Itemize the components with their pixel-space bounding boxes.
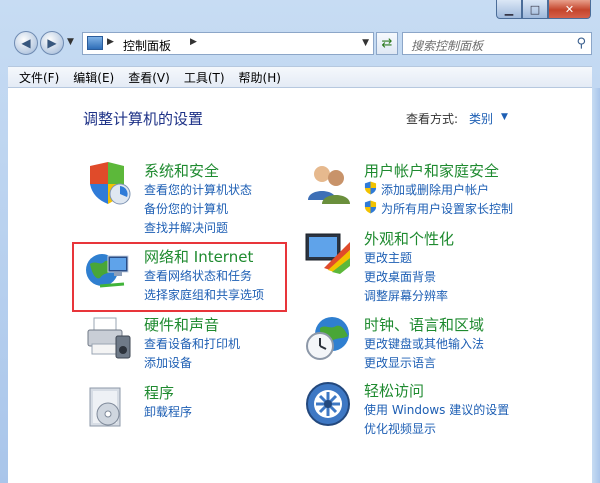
menu-file[interactable]: 文件(F) [12, 69, 66, 86]
navigation-bar: ◀ ▶ ▼ ▶ 控制面板 ▶ ▼ ⇄ 搜索控制面板 ⚲ [8, 30, 592, 60]
minimize-button[interactable]: ▁ [496, 0, 522, 19]
category-title[interactable]: 轻松访问 [364, 380, 424, 401]
breadcrumb-chevron-icon[interactable]: ▶ [107, 37, 114, 47]
search-input[interactable]: 搜索控制面板 [411, 37, 483, 54]
link-devices-printers[interactable]: 查看设备和打印机 [144, 335, 240, 352]
forward-button[interactable]: ▶ [40, 31, 64, 55]
link-backup-computer[interactable]: 备份您的计算机 [144, 200, 228, 217]
breadcrumb-control-panel[interactable]: 控制面板 [123, 37, 171, 54]
menu-tools[interactable]: 工具(T) [177, 69, 232, 86]
category-title[interactable]: 硬件和声音 [144, 314, 219, 335]
users-icon [308, 166, 350, 204]
uac-shield-icon [364, 181, 377, 195]
page-title: 调整计算机的设置 [83, 110, 204, 128]
recent-pages-dropdown[interactable]: ▼ [67, 37, 74, 47]
category-title[interactable]: 时钟、语言和区域 [364, 314, 484, 335]
link-optimize-display[interactable]: 优化视频显示 [364, 420, 436, 437]
chevron-down-icon[interactable]: ▼ [501, 112, 508, 122]
link-change-theme[interactable]: 更改主题 [364, 249, 412, 266]
programs-box-icon [89, 387, 121, 427]
link-screen-resolution[interactable]: 调整屏幕分辨率 [364, 287, 448, 304]
link-troubleshoot[interactable]: 查找并解决问题 [144, 219, 228, 236]
category-title[interactable]: 用户帐户和家庭安全 [364, 160, 499, 181]
arrow-left-icon: ◀ [21, 36, 31, 50]
menu-bar: 文件(F) 编辑(E) 查看(V) 工具(T) 帮助(H) [8, 66, 592, 88]
category-title[interactable]: 程序 [144, 382, 174, 403]
highlight-box [72, 242, 287, 312]
menu-view[interactable]: 查看(V) [121, 69, 177, 86]
arrow-right-icon: ▶ [47, 36, 57, 50]
link-change-input-method[interactable]: 更改键盘或其他输入法 [364, 335, 484, 352]
printer-icon [87, 317, 131, 359]
refresh-icon: ⇄ [381, 36, 393, 51]
clock-globe-icon [306, 317, 349, 360]
appearance-monitor-icon [305, 233, 350, 274]
maximize-button[interactable]: □ [522, 0, 548, 19]
link-change-display-language[interactable]: 更改显示语言 [364, 354, 436, 371]
close-button[interactable]: ✕ [548, 0, 591, 19]
menu-help[interactable]: 帮助(H) [232, 69, 288, 86]
link-change-background[interactable]: 更改桌面背景 [364, 268, 436, 285]
refresh-button[interactable]: ⇄ [376, 32, 398, 55]
caption-buttons: ▁ □ ✕ [496, 0, 591, 20]
uac-shield-icon [364, 200, 377, 214]
ease-of-access-icon [306, 382, 350, 426]
address-dropdown-icon[interactable]: ▼ [362, 38, 369, 48]
control-panel-icon [87, 36, 103, 50]
link-parental-controls[interactable]: 为所有用户设置家长控制 [381, 200, 513, 217]
search-box[interactable]: 搜索控制面板 ⚲ [402, 32, 592, 55]
category-title[interactable]: 外观和个性化 [364, 228, 454, 249]
link-view-computer-status[interactable]: 查看您的计算机状态 [144, 181, 252, 198]
link-add-device[interactable]: 添加设备 [144, 354, 192, 371]
security-shield-icon [90, 162, 131, 205]
menu-edit[interactable]: 编辑(E) [66, 69, 121, 86]
view-by-label: 查看方式: [406, 112, 459, 126]
content-pane: 调整计算机的设置 查看方式: 类别 ▼ 系统和安全 查看您的计算机状态 备份您的… [8, 88, 592, 483]
window-border [592, 88, 600, 483]
search-icon[interactable]: ⚲ [576, 36, 586, 51]
link-recommended-settings[interactable]: 使用 Windows 建议的设置 [364, 401, 509, 418]
address-bar[interactable]: ▶ 控制面板 ▶ ▼ [82, 32, 374, 55]
link-add-remove-accounts[interactable]: 添加或删除用户帐户 [381, 181, 489, 198]
view-by-dropdown[interactable]: 类别 [469, 110, 493, 127]
breadcrumb-chevron-icon[interactable]: ▶ [190, 37, 197, 47]
back-button[interactable]: ◀ [14, 31, 38, 55]
link-uninstall-program[interactable]: 卸载程序 [144, 403, 192, 420]
category-title[interactable]: 系统和安全 [144, 160, 219, 181]
